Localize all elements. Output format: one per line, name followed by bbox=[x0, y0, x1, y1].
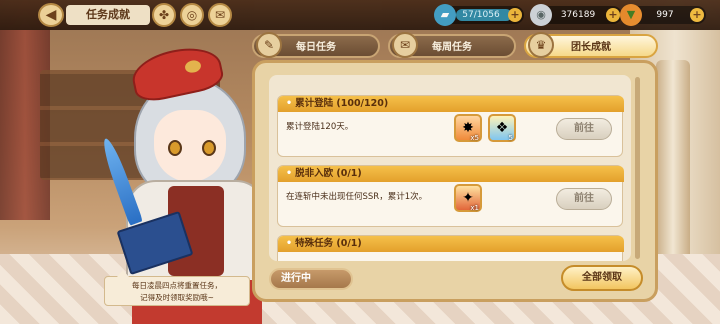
scroll-icon: ✉ bbox=[392, 32, 418, 58]
clover-menu-icon[interactable]: ✤ bbox=[152, 3, 176, 27]
task-card: • 脱非入欧 (0/1) 在连斩中未出现任何SSR，累计1次。 ✦ x1 前往 bbox=[277, 165, 624, 227]
task-title-text: 特殊任务 (0/1) bbox=[295, 238, 362, 249]
fire-gem-icon[interactable]: ✸ x5 bbox=[454, 114, 482, 142]
task-description: 在连斩中未出现任何SSR，累计1次。 bbox=[286, 192, 428, 202]
stamina-counter: ▰ 57/1056 + bbox=[434, 4, 524, 26]
task-card: • 累计登陆 (100/120) 累计登陆120天。 ✸ x5 ❖ 5 前往 bbox=[277, 95, 624, 157]
gem-counter: ◉ 376189 + bbox=[530, 4, 622, 26]
reward-count: 5 bbox=[508, 134, 513, 142]
tip-line-1: 每日凌晨四点将重置任务， bbox=[132, 281, 222, 290]
carrot-icon: ▼ bbox=[620, 4, 642, 26]
quill-book-icon: ✎ bbox=[256, 32, 282, 58]
tab-daily-tasks[interactable]: ✎ 每日任务 bbox=[252, 32, 380, 58]
character-eye-right bbox=[202, 140, 216, 156]
ticket-icon[interactable]: ✦ x1 bbox=[454, 184, 482, 212]
trophy-icon: ♛ bbox=[528, 32, 554, 58]
task-title: • 累计登陆 (100/120) bbox=[278, 96, 624, 112]
gem-value: 376189 bbox=[560, 10, 596, 20]
tab-leader-achievements[interactable]: ♛ 团长成就 bbox=[524, 32, 658, 58]
tab-daily-label: 每日任务 bbox=[296, 42, 336, 53]
back-button[interactable]: ◀ bbox=[38, 3, 64, 27]
stamina-value: 57/1056 bbox=[462, 10, 500, 20]
tab-weekly-tasks[interactable]: ✉ 每周任务 bbox=[388, 32, 516, 58]
character-eye-left bbox=[168, 140, 182, 156]
carrot-value: 997 bbox=[656, 10, 674, 20]
task-title: • 脱非入欧 (0/1) bbox=[278, 166, 624, 182]
reward-count: x5 bbox=[470, 134, 479, 142]
tab-achievements-label: 团长成就 bbox=[571, 42, 611, 53]
stamina-icon: ▰ bbox=[434, 4, 456, 26]
task-title: • 特殊任务 (0/1) bbox=[278, 236, 624, 252]
crystal-icon[interactable]: ❖ 5 bbox=[488, 114, 516, 142]
add-stamina-button[interactable]: + bbox=[508, 8, 522, 22]
reset-tip: 每日凌晨四点将重置任务， 记得及时领取奖励哦~ bbox=[104, 270, 250, 306]
task-description: 累计登陆120天。 bbox=[286, 122, 354, 132]
add-carrots-button[interactable]: + bbox=[690, 8, 704, 22]
task-title-text: 脱非入欧 (0/1) bbox=[295, 168, 362, 179]
reward-count: x1 bbox=[470, 204, 479, 212]
carrot-counter: ▼ 997 + bbox=[620, 4, 706, 26]
page-title: 任务成就 bbox=[66, 5, 150, 25]
task-list[interactable]: • 累计登陆 (100/120) 累计登陆120天。 ✸ x5 ❖ 5 前往 • 脱非入… bbox=[269, 75, 631, 261]
gem-icon: ◉ bbox=[530, 4, 552, 26]
task-title-text: 累计登陆 (100/120) bbox=[295, 98, 389, 109]
scrollbar[interactable] bbox=[635, 77, 640, 259]
claim-all-button[interactable]: 全部领取 bbox=[561, 265, 643, 291]
treasure-map-icon[interactable]: ✉ bbox=[208, 3, 232, 27]
go-button[interactable]: 前往 bbox=[556, 188, 612, 210]
tab-weekly-label: 每周任务 bbox=[432, 42, 472, 53]
compass-icon[interactable]: ◎ bbox=[180, 3, 204, 27]
status-filter[interactable]: 进行中 bbox=[269, 268, 353, 290]
add-gems-button[interactable]: + bbox=[606, 8, 620, 22]
go-button[interactable]: 前往 bbox=[556, 118, 612, 140]
top-bar: ◀ 任务成就 ✤ ◎ ✉ ▰ 57/1056 + ◉ 376189 + ▼ 99… bbox=[0, 0, 720, 30]
task-panel: • 累计登陆 (100/120) 累计登陆120天。 ✸ x5 ❖ 5 前往 • 脱非入… bbox=[252, 60, 658, 302]
tip-line-2: 记得及时领取奖励哦~ bbox=[140, 293, 214, 302]
task-card: • 特殊任务 (0/1) bbox=[277, 235, 624, 261]
tab-bar: ✎ 每日任务 ✉ 每周任务 ♛ 团长成就 bbox=[252, 32, 658, 58]
